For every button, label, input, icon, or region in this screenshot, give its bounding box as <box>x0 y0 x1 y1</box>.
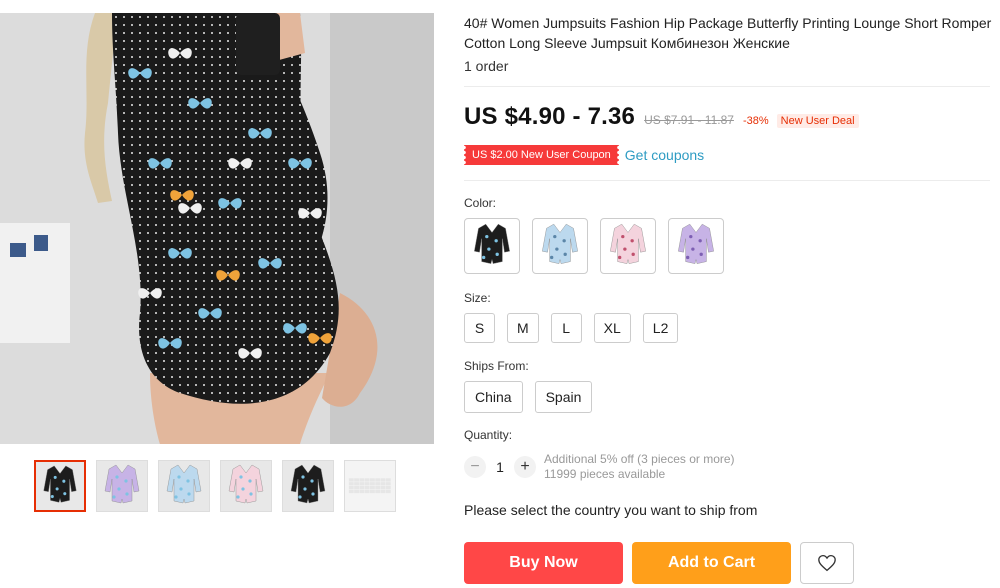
product-photo-illustration <box>0 13 434 444</box>
thumbnail-blue-front[interactable] <box>158 460 210 512</box>
color-swatch-pink[interactable] <box>600 218 656 274</box>
buy-now-button[interactable]: Buy Now <box>464 542 623 584</box>
thumbnail-strip <box>34 460 396 512</box>
romper-illustration <box>228 464 264 504</box>
size-chart-icon <box>348 478 391 494</box>
ships-from-china[interactable]: China <box>464 381 523 413</box>
quantity-stepper: − 1 + Additional 5% off (3 pieces or mor… <box>464 452 735 482</box>
divider <box>464 86 990 87</box>
current-price: US $4.90 - 7.36 <box>464 103 636 130</box>
shipping-country-message: Please select the country you want to sh… <box>464 502 758 518</box>
quantity-decrease-button[interactable]: − <box>464 456 486 478</box>
new-user-coupon-tag[interactable]: US $2.00 New User Coupon <box>462 145 621 165</box>
thumbnail-size-chart[interactable] <box>344 460 396 512</box>
main-product-image[interactable] <box>0 13 434 444</box>
quantity-note: Additional 5% off (3 pieces or more) 119… <box>544 452 735 482</box>
thumbnail-black-back[interactable] <box>34 460 86 512</box>
romper-illustration <box>104 464 140 504</box>
romper-illustration <box>542 223 578 264</box>
new-user-deal-badge: New User Deal <box>776 114 859 128</box>
order-count: 1 order <box>464 58 509 74</box>
size-options: S M L XL L2 <box>464 313 679 343</box>
thumbnail-black-front[interactable] <box>282 460 334 512</box>
romper-illustration <box>474 223 510 264</box>
ships-from-spain[interactable]: Spain <box>534 381 593 413</box>
thumbnail-pink-front[interactable] <box>220 460 272 512</box>
quantity-value[interactable]: 1 <box>486 459 514 475</box>
add-to-cart-button[interactable]: Add to Cart <box>632 542 791 584</box>
wishlist-button[interactable] <box>800 542 854 584</box>
romper-illustration <box>610 223 646 264</box>
ships-from-options: China Spain <box>464 381 593 413</box>
size-option-s[interactable]: S <box>464 313 495 343</box>
romper-illustration <box>290 464 326 504</box>
color-swatch-purple[interactable] <box>668 218 724 274</box>
color-label: Color: <box>464 196 497 210</box>
get-coupons-link[interactable]: Get coupons <box>625 147 704 163</box>
color-swatches <box>464 218 724 274</box>
romper-illustration <box>43 465 77 503</box>
size-option-xl[interactable]: XL <box>593 313 631 343</box>
product-title: 40# Women Jumpsuits Fashion Hip Package … <box>464 15 992 51</box>
romper-illustration <box>678 223 714 264</box>
bulk-discount-note: Additional 5% off (3 pieces or more) <box>544 452 735 466</box>
divider <box>464 180 990 181</box>
size-option-l[interactable]: L <box>550 313 582 343</box>
coupon-row: US $2.00 New User Coupon Get coupons <box>462 145 704 165</box>
original-price: US $7.91 - 11.87 <box>644 113 734 127</box>
quantity-increase-button[interactable]: + <box>514 456 536 478</box>
heart-icon <box>818 554 836 572</box>
size-option-m[interactable]: M <box>507 313 539 343</box>
size-label: Size: <box>464 291 491 305</box>
color-swatch-black-butterfly[interactable] <box>464 218 520 274</box>
romper-illustration <box>166 464 202 504</box>
price-row: US $4.90 - 7.36 US $7.91 - 11.87 -38% Ne… <box>464 103 859 131</box>
thumbnail-purple-front[interactable] <box>96 460 148 512</box>
size-option-l2[interactable]: L2 <box>642 313 679 343</box>
stock-available: 11999 pieces available <box>544 467 666 481</box>
quantity-label: Quantity: <box>464 428 513 442</box>
color-swatch-light-blue[interactable] <box>532 218 588 274</box>
ships-from-label: Ships From: <box>464 359 529 373</box>
discount-percent: -38% <box>742 115 769 127</box>
